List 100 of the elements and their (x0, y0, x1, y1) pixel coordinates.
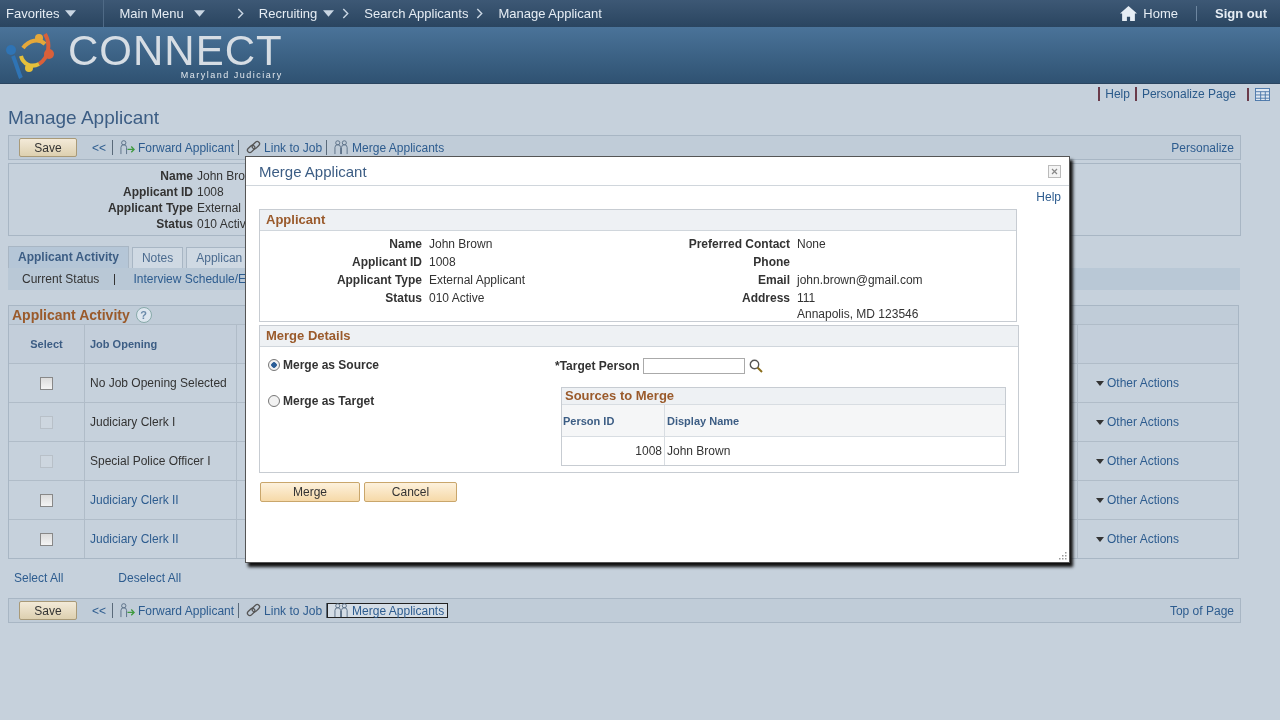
link-icon (245, 140, 263, 155)
field-value: john.brown@gmail.com (797, 272, 924, 288)
toolbar-link[interactable]: Merge Applicants (326, 603, 449, 618)
home-icon (1120, 6, 1138, 21)
deselect-all-link[interactable]: Deselect All (118, 571, 182, 585)
toolbar-link[interactable]: Forward Applicant (112, 603, 239, 618)
target-person-field[interactable] (643, 358, 746, 374)
radio-option[interactable]: Merge as Target (268, 394, 375, 408)
tab[interactable]: Applicant Activity (8, 246, 129, 268)
select-all-link[interactable]: Select All (14, 571, 64, 585)
field-label: Applicant ID (122, 184, 193, 200)
checkbox[interactable] (40, 493, 53, 507)
chevron-icon (236, 8, 244, 19)
toolbar-right-link[interactable]: Personalize (1171, 140, 1234, 155)
field-value: 111 (797, 290, 817, 306)
field-value: 1008 (429, 254, 457, 270)
grid-title: Sources to Merge (562, 388, 1005, 404)
help-button[interactable]: ? (135, 307, 152, 323)
chevron-icon (342, 8, 350, 19)
caret-icon (1096, 380, 1104, 386)
radio-button[interactable] (268, 395, 280, 407)
sign-out-link[interactable]: Sign out (1215, 6, 1267, 21)
field-label: Name (388, 236, 422, 252)
caret-icon (65, 10, 77, 17)
table-cell-text: John Brown (666, 443, 732, 460)
link-icon (245, 603, 263, 618)
save-button[interactable]: Save (19, 138, 77, 157)
breadcrumb-link[interactable]: Search Applicants (364, 6, 469, 21)
field-label: *Target Person (555, 359, 640, 373)
caret-icon (323, 10, 335, 17)
section-header: Applicant (260, 210, 1016, 231)
field-label: Name (159, 168, 193, 184)
field-label: Status (384, 290, 422, 307)
field-value: 010 Active (429, 290, 486, 306)
close-icon[interactable] (1048, 164, 1061, 178)
table-cell: Special Police Officer I (90, 454, 211, 468)
column-header: Select (9, 325, 85, 363)
back-link[interactable]: << (92, 603, 106, 618)
other-actions-menu[interactable]: Other Actions (1096, 493, 1180, 507)
checkbox[interactable] (40, 532, 53, 546)
field-label: Applicant Type (335, 272, 422, 288)
header-link[interactable]: Help (1098, 87, 1135, 101)
dialog-button[interactable]: Merge (260, 482, 360, 502)
table-cell: Judiciary Clerk I (90, 415, 176, 429)
toolbar-link[interactable]: Forward Applicant (112, 140, 239, 155)
person-arrow-icon (119, 603, 136, 618)
caret-icon (193, 10, 205, 17)
radio-button[interactable] (268, 359, 280, 371)
back-link[interactable]: << (92, 140, 106, 155)
page-title: Manage Applicant (7, 106, 161, 130)
breadcrumb-link[interactable]: Manage Applicant (498, 6, 602, 21)
table-cell: 1008 (562, 437, 665, 465)
tab[interactable]: Notes (131, 247, 184, 268)
field-value: External (197, 200, 242, 216)
subtab-link[interactable]: Current Status (22, 272, 115, 286)
field-value: Annapolis, MD 123546 (797, 306, 920, 322)
caret-icon (1096, 458, 1104, 464)
chevron-icon (476, 8, 484, 19)
toolbar-right-link[interactable]: Top of Page (1169, 603, 1234, 618)
search-icon[interactable] (749, 359, 764, 373)
field-label: Preferred Contact (687, 236, 790, 252)
caret-icon (1096, 497, 1104, 503)
grid-icon[interactable] (1247, 87, 1270, 101)
field-value: 1008 (197, 184, 224, 200)
save-button[interactable]: Save (19, 601, 77, 620)
main-menu[interactable]: Main Menu (104, 6, 205, 21)
header-link[interactable]: Personalize Page (1134, 87, 1241, 101)
radio-option[interactable]: Merge as Source (268, 358, 380, 372)
other-actions-menu[interactable]: Other Actions (1096, 376, 1180, 390)
logo-title: CONNECT (68, 30, 283, 71)
breadcrumb-link[interactable]: Recruiting (258, 6, 335, 21)
help-link[interactable]: Help (1036, 190, 1061, 207)
field-value: External Applicant (429, 272, 527, 288)
section-header: Merge Details (260, 326, 1018, 347)
column-header: Person ID (562, 405, 665, 436)
caret-icon (1096, 536, 1104, 542)
resize-grip-icon[interactable] (1058, 551, 1067, 560)
other-actions-menu[interactable]: Other Actions (1096, 532, 1180, 546)
field-label: Applicant Type (106, 200, 193, 216)
table-cell: No Job Opening Selected (90, 376, 227, 390)
home-link[interactable]: Home (1120, 6, 1197, 21)
people-icon (333, 603, 351, 618)
field-label: Phone (752, 254, 790, 270)
field-label: Email (757, 272, 790, 288)
caret-icon (1096, 419, 1104, 425)
logo-subtitle: Maryland Judiciary (180, 69, 283, 80)
job-link[interactable]: Judiciary Clerk II (90, 493, 179, 507)
field-label: Status (155, 216, 193, 232)
job-link[interactable]: Judiciary Clerk II (90, 532, 179, 546)
field-value: John Bro (197, 168, 246, 184)
checkbox[interactable] (40, 376, 53, 390)
field-value: John Brown (429, 236, 494, 252)
grid-title: Applicant Activity (12, 307, 130, 323)
toolbar-link[interactable]: Link to Job (238, 140, 327, 155)
field-label: Applicant ID (351, 254, 422, 270)
toolbar-link[interactable]: Merge Applicants (326, 140, 449, 155)
column-header: Display Name (666, 413, 741, 429)
dialog-button[interactable]: Cancel (364, 482, 457, 502)
people-icon (333, 140, 351, 155)
dialog-title: Merge Applicant (259, 162, 367, 180)
